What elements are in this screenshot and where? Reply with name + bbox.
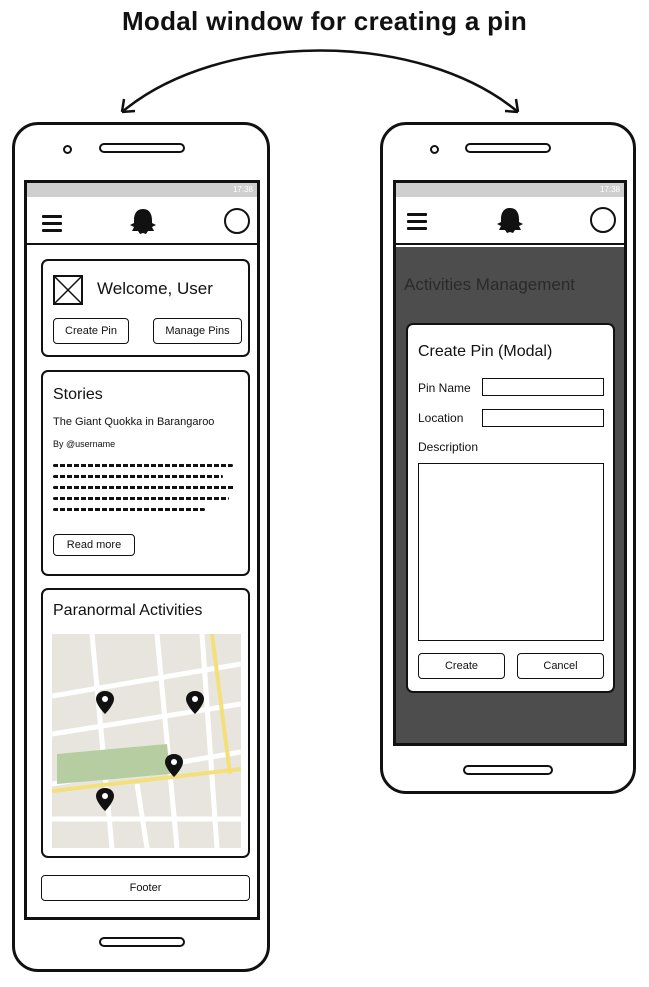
create-pin-button[interactable]: Create Pin xyxy=(53,318,129,344)
page-heading: Activities Management xyxy=(404,275,576,294)
modal-title: Create Pin (Modal) xyxy=(418,343,553,360)
camera-dot xyxy=(63,145,72,154)
menu-icon[interactable] xyxy=(42,215,62,232)
avatar-icon[interactable] xyxy=(590,207,616,233)
stories-card: Stories The Giant Quokka in Barangaroo B… xyxy=(41,370,250,576)
status-time: 17:38 xyxy=(599,185,620,194)
create-pin-modal: Create Pin (Modal) Pin Name Location Des… xyxy=(406,323,615,693)
right-screen: 17:38 Activities Management Create Pin (… xyxy=(393,180,627,746)
ghost-logo-icon xyxy=(497,208,523,233)
welcome-text: Welcome, User xyxy=(97,279,213,298)
read-more-button[interactable]: Read more xyxy=(53,534,135,556)
home-button-slot[interactable] xyxy=(99,937,185,947)
story-text-placeholder xyxy=(53,464,239,520)
paranormal-card: Paranormal Activities xyxy=(41,588,250,858)
welcome-card: Welcome, User Create Pin Manage Pins xyxy=(41,259,250,357)
status-bar: 17:38 xyxy=(27,183,257,197)
description-textarea[interactable] xyxy=(418,463,604,641)
menu-icon[interactable] xyxy=(407,213,427,230)
app-bar xyxy=(396,197,624,245)
stories-heading: Stories xyxy=(53,386,103,403)
speaker-slot xyxy=(465,143,551,153)
ghost-logo-icon xyxy=(130,209,156,234)
speaker-slot xyxy=(99,143,185,153)
status-bar: 17:38 xyxy=(396,183,624,197)
pin-name-label: Pin Name xyxy=(418,381,471,395)
location-input[interactable] xyxy=(482,409,604,427)
modal-overlay: Activities Management Create Pin (Modal)… xyxy=(396,247,624,743)
home-button-slot[interactable] xyxy=(463,765,553,775)
manage-pins-button[interactable]: Manage Pins xyxy=(153,318,242,344)
story-title[interactable]: The Giant Quokka in Barangaroo xyxy=(53,416,214,428)
story-author: By @username xyxy=(53,439,116,449)
paranormal-heading: Paranormal Activities xyxy=(53,602,203,619)
camera-dot xyxy=(430,145,439,154)
right-phone-frame: 17:38 Activities Management Create Pin (… xyxy=(380,122,636,794)
pin-name-input[interactable] xyxy=(482,378,604,396)
create-button[interactable]: Create xyxy=(418,653,505,679)
location-label: Location xyxy=(418,411,464,425)
cancel-button[interactable]: Cancel xyxy=(517,653,604,679)
avatar-icon[interactable] xyxy=(224,208,250,234)
app-bar xyxy=(27,197,257,245)
left-phone-frame: 17:38 Welcome, User Create Pin Manage Pi… xyxy=(12,122,270,972)
status-time: 17:38 xyxy=(232,185,253,194)
map-view[interactable] xyxy=(52,634,241,848)
transition-arrow xyxy=(120,49,520,114)
left-screen: 17:38 Welcome, User Create Pin Manage Pi… xyxy=(24,180,260,920)
footer: Footer xyxy=(41,875,250,901)
image-placeholder-icon xyxy=(53,275,83,305)
description-label: Description xyxy=(418,440,479,454)
